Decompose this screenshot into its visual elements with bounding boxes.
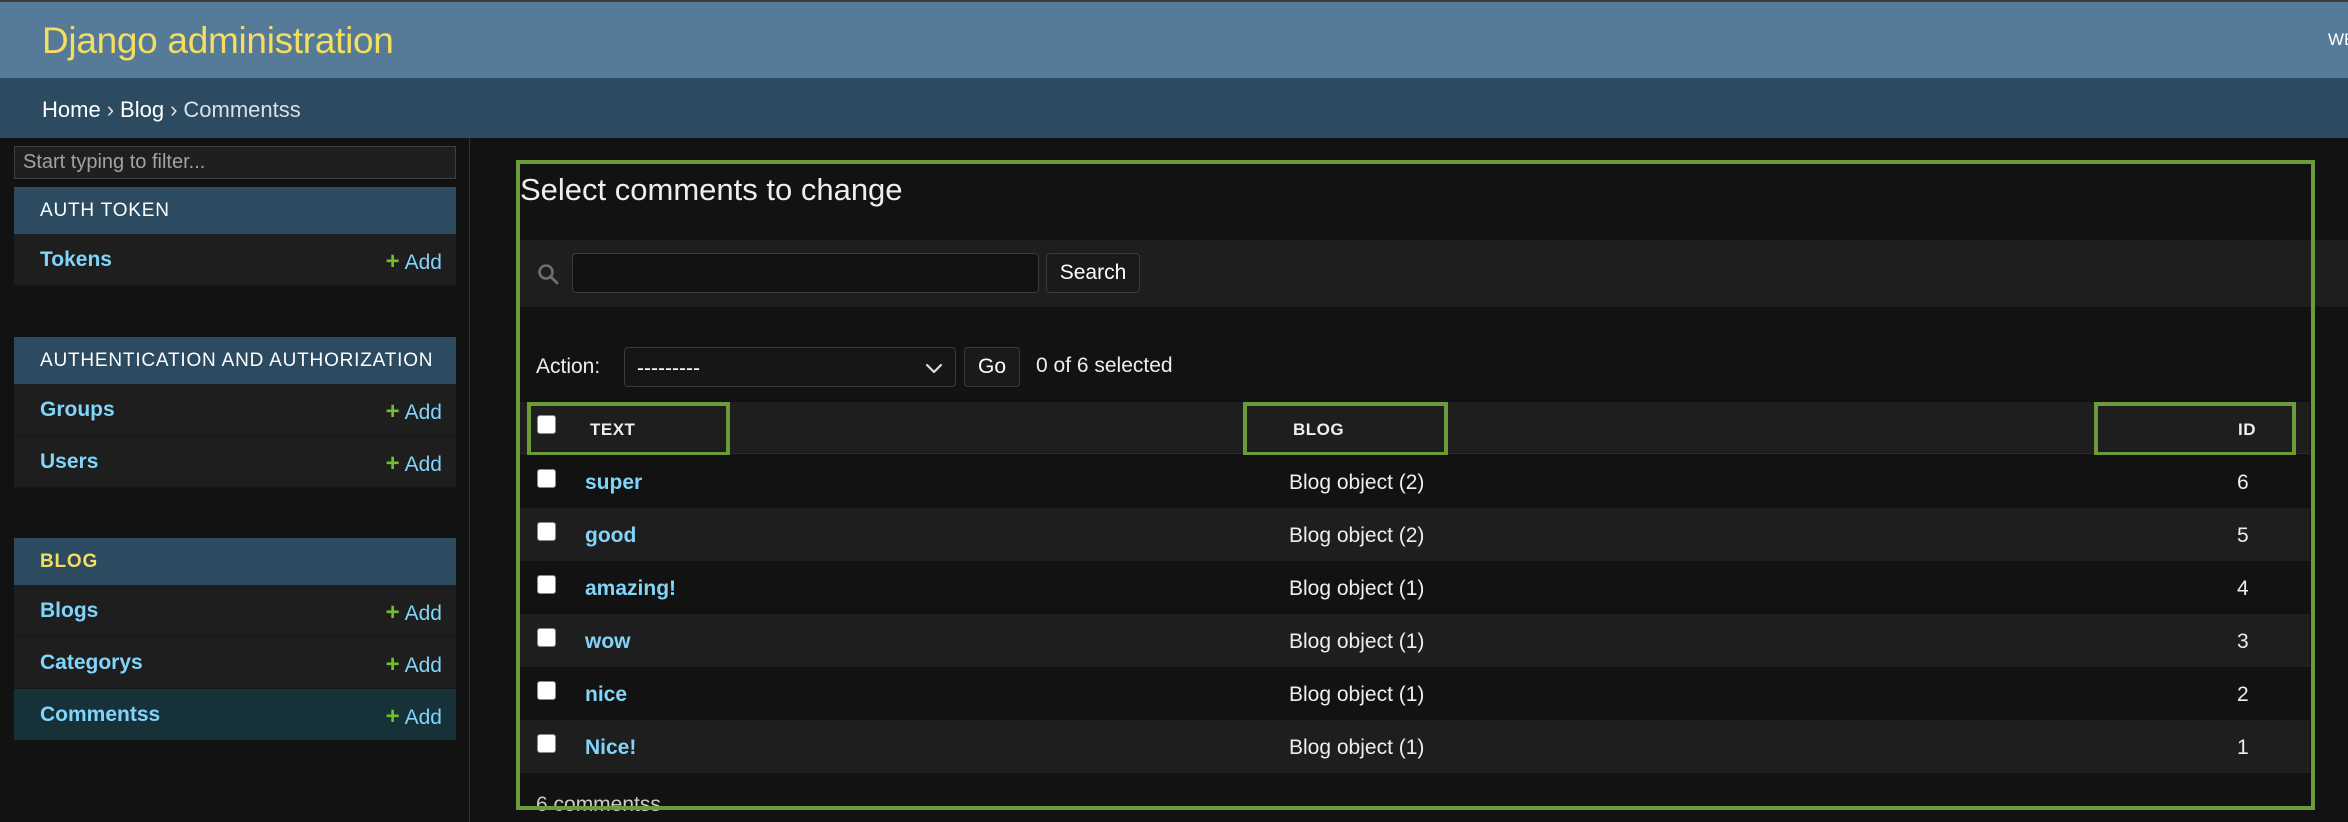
go-button[interactable]: Go	[964, 347, 1020, 387]
plus-icon: +	[385, 248, 400, 275]
sidebar-item-categorys: Categorys + Add	[14, 637, 456, 689]
model-link-categorys[interactable]: Categorys	[40, 651, 143, 675]
user-tools: WE	[2328, 30, 2348, 49]
model-link-commentss[interactable]: Commentss	[40, 703, 160, 727]
row-checkbox[interactable]	[537, 522, 556, 541]
highlight-box-id-header	[2094, 402, 2296, 456]
search-icon	[538, 264, 559, 285]
module-caption-auth[interactable]: AUTHENTICATION AND AUTHORIZATION	[14, 337, 456, 384]
nav-sidebar: AUTH TOKEN Tokens +Add AUTHENTICATION AN…	[0, 138, 470, 822]
row-checkbox[interactable]	[537, 734, 556, 753]
actions-bar: Action: --------- Go 0 of 6 selected	[520, 340, 2280, 390]
search-input[interactable]	[572, 253, 1039, 293]
blog-cell: Blog object (1)	[1289, 577, 1425, 600]
comment-text-link[interactable]: super	[585, 471, 642, 495]
breadcrumb-current: Commentss	[183, 97, 301, 122]
add-label: Add	[404, 706, 442, 729]
sidebar-item-commentss: Commentss + Add	[14, 689, 456, 741]
blog-cell: Blog object (1)	[1289, 630, 1425, 653]
column-header-blog[interactable]: BLOG	[1293, 420, 1344, 440]
add-label: Add	[404, 654, 442, 677]
row-checkbox[interactable]	[537, 469, 556, 488]
id-cell: 3	[2237, 630, 2249, 653]
breadcrumb-blog[interactable]: Blog	[120, 97, 164, 122]
row-checkbox[interactable]	[537, 575, 556, 594]
sidebar-item-tokens: Tokens + Add	[14, 234, 456, 286]
breadcrumb-separator: ›	[106, 97, 115, 122]
blog-cell: Blog object (1)	[1289, 736, 1425, 759]
add-groups-button[interactable]: + Add	[386, 398, 442, 426]
id-cell: 4	[2237, 577, 2249, 600]
model-link-groups[interactable]: Groups	[40, 398, 115, 422]
comment-text-link[interactable]: good	[585, 524, 636, 548]
select-all-checkbox[interactable]	[537, 415, 556, 434]
module-caption-auth-token[interactable]: AUTH TOKEN	[14, 187, 456, 234]
breadcrumb-separator: ›	[170, 97, 178, 122]
table-row: nice Blog object (1) 2	[520, 667, 2310, 720]
model-link-tokens[interactable]: Tokens	[40, 248, 112, 272]
add-users-button[interactable]: + Add	[386, 450, 442, 478]
plus-icon: +	[385, 599, 400, 626]
search-toolbar: Search	[520, 240, 2348, 307]
plus-icon: +	[385, 651, 400, 678]
table-row: Nice! Blog object (1) 1	[520, 720, 2310, 773]
model-link-blogs[interactable]: Blogs	[40, 599, 98, 623]
add-blogs-button[interactable]: + Add	[386, 599, 442, 627]
table-row: wow Blog object (1) 3	[520, 614, 2310, 667]
column-header-text[interactable]: TEXT	[590, 420, 635, 440]
blog-cell: Blog object (2)	[1289, 524, 1425, 547]
chevron-down-icon	[925, 363, 943, 374]
plus-icon: +	[385, 703, 400, 730]
add-label: Add	[404, 602, 442, 625]
search-button[interactable]: Search	[1046, 253, 1140, 293]
add-label: Add	[404, 251, 442, 274]
comment-text-link[interactable]: nice	[585, 683, 627, 707]
breadcrumb-home[interactable]: Home	[42, 97, 101, 122]
paginator: 6 commentss	[536, 793, 661, 816]
highlight-box-blog-header	[1243, 402, 1448, 456]
table-header-row: TEXT BLOG ID	[520, 402, 2310, 456]
id-cell: 1	[2237, 736, 2249, 759]
site-name[interactable]: Django administration	[42, 20, 394, 62]
plus-icon: +	[385, 398, 400, 425]
module-caption-blog[interactable]: BLOG	[14, 538, 456, 585]
nav-filter-input[interactable]	[14, 146, 456, 179]
id-cell: 6	[2237, 471, 2249, 494]
column-header-id[interactable]: ID	[2238, 420, 2256, 440]
table-row: good Blog object (2) 5	[520, 508, 2310, 561]
add-label: Add	[404, 401, 442, 424]
table-row: amazing! Blog object (1) 4	[520, 561, 2310, 614]
sidebar-item-users: Users + Add	[14, 436, 456, 488]
row-checkbox[interactable]	[537, 628, 556, 647]
add-categorys-button[interactable]: + Add	[386, 651, 442, 679]
plus-icon: +	[385, 450, 400, 477]
add-tokens-button[interactable]: + Add	[386, 248, 442, 276]
table-row: super Blog object (2) 6	[520, 455, 2310, 508]
action-selected-option: ---------	[637, 357, 700, 380]
blog-cell: Blog object (1)	[1289, 683, 1425, 706]
sidebar-item-groups: Groups + Add	[14, 384, 456, 436]
row-checkbox[interactable]	[537, 681, 556, 700]
id-cell: 2	[2237, 683, 2249, 706]
add-label: Add	[404, 453, 442, 476]
sidebar-item-blogs: Blogs + Add	[14, 585, 456, 637]
comment-text-link[interactable]: Nice!	[585, 736, 636, 760]
action-label: Action:	[536, 355, 601, 378]
comment-text-link[interactable]: wow	[585, 630, 631, 654]
action-counter: 0 of 6 selected	[1036, 354, 1173, 377]
id-cell: 5	[2237, 524, 2249, 547]
model-link-users[interactable]: Users	[40, 450, 98, 474]
blog-cell: Blog object (2)	[1289, 471, 1425, 494]
comment-text-link[interactable]: amazing!	[585, 577, 676, 601]
add-commentss-button[interactable]: + Add	[386, 703, 442, 731]
action-select[interactable]: ---------	[624, 347, 956, 387]
page-title: Select comments to change	[520, 172, 903, 207]
breadcrumb: Home › Blog › Commentss	[0, 78, 2348, 138]
site-header: Django administration WE	[0, 0, 2348, 78]
